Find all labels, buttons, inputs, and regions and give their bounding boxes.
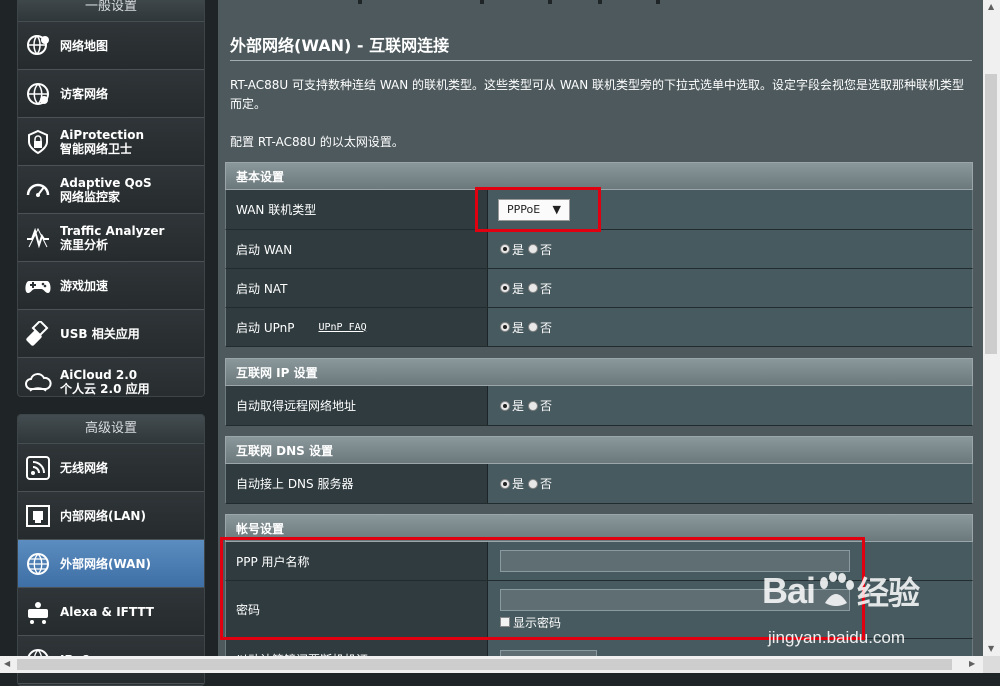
- horizontal-scroll-thumb[interactable]: [17, 659, 952, 670]
- upnp-faq-link[interactable]: UPnP FAQ: [318, 322, 366, 333]
- globe-icon: [24, 550, 52, 578]
- internet-ip-section: 互联网 IP 设置 自动取得远程网络地址 是 否: [225, 358, 973, 426]
- enable-nat-no-radio[interactable]: 否: [528, 280, 552, 297]
- password-row: 密码 显示密码: [225, 581, 973, 639]
- sidebar-general-item-1[interactable]: 访客网络: [18, 70, 204, 118]
- sidebar-general-item-label: USB 相关应用: [60, 326, 140, 341]
- auto-dns-yes-radio[interactable]: 是: [500, 475, 524, 492]
- sidebar-general-item-7[interactable]: AiCloud 2.0 个人云 2.0 应用: [18, 358, 204, 396]
- sidebar-advanced-item-3[interactable]: Alexa & IFTTT: [18, 588, 204, 636]
- sidebar-general-item-4[interactable]: Traffic Analyzer 流里分析: [18, 214, 204, 262]
- speedometer-icon: [24, 176, 52, 204]
- title-divider: [230, 60, 972, 61]
- sidebar-general-item-label: 网络地图: [60, 38, 109, 53]
- sidebar-general-item-6[interactable]: USB 相关应用: [18, 310, 204, 358]
- general-settings-header: 一般设置: [18, 0, 204, 22]
- show-password-checkbox[interactable]: [500, 617, 510, 627]
- username-input[interactable]: [500, 550, 850, 572]
- internet-ip-header: 互联网 IP 设置: [225, 358, 973, 386]
- gamepad-icon: [24, 272, 52, 300]
- enable-upnp-no-radio[interactable]: 否: [528, 319, 552, 336]
- sidebar-general-item-label: 访客网络: [60, 86, 109, 101]
- sidebar-advanced-item-label: 内部网络(LAN): [60, 508, 146, 523]
- enable-wan-row: 启动 WAN 是 否: [225, 230, 973, 269]
- sidebar-advanced-item-label: 外部网络(WAN): [60, 556, 151, 571]
- shield-lock-icon: [24, 128, 52, 156]
- enable-wan-label: 启动 WAN: [226, 230, 488, 268]
- main-panel: 外部网络(WAN) - 互联网连接 RT-AC88U 可支持数种连结 WAN 的…: [218, 0, 983, 673]
- auto-dns-row: 自动接上 DNS 服务器 是 否: [225, 464, 973, 504]
- cloud-icon: [24, 368, 52, 396]
- auto-dns-label: 自动接上 DNS 服务器: [226, 464, 488, 503]
- enable-upnp-yes-radio[interactable]: 是: [500, 319, 524, 336]
- sidebar-advanced-item-label: Alexa & IFTTT: [60, 604, 154, 619]
- auto-ip-yes-radio[interactable]: 是: [500, 397, 524, 414]
- sidebar-general-item-label: 游戏加速: [60, 278, 109, 293]
- enable-wan-no-radio[interactable]: 否: [528, 241, 552, 258]
- enable-nat-label: 启动 NAT: [226, 269, 488, 307]
- top-tab-strip: [358, 0, 858, 4]
- account-settings-header: 帐号设置: [225, 514, 973, 542]
- enable-nat-yes-radio[interactable]: 是: [500, 280, 524, 297]
- username-row: PPP 用户名称: [225, 542, 973, 581]
- alexa-icon: [24, 598, 52, 626]
- auto-ip-no-radio[interactable]: 否: [528, 397, 552, 414]
- wan-type-value: PPPoE: [507, 203, 541, 216]
- vertical-scrollbar[interactable]: ▲ ▼: [983, 0, 1000, 656]
- guest-network-icon: [24, 80, 52, 108]
- sidebar-general-item-0[interactable]: 网络地图: [18, 22, 204, 70]
- enable-upnp-label: 启动 UPnP UPnP FAQ: [226, 308, 488, 346]
- internet-dns-section: 互联网 DNS 设置 自动接上 DNS 服务器 是 否: [225, 436, 973, 504]
- enable-upnp-row: 启动 UPnP UPnP FAQ 是 否: [225, 308, 973, 347]
- advanced-settings-header: 高级设置: [18, 415, 204, 444]
- wifi-icon: [24, 454, 52, 482]
- show-password-label: 显示密码: [513, 615, 562, 630]
- chevron-down-icon: ▼: [552, 203, 561, 216]
- auto-dns-no-radio[interactable]: 否: [528, 475, 552, 492]
- general-settings-group: 一般设置 网络地图访客网络 AiProtection 智能网络卫士 Adaptive …: [17, 0, 205, 397]
- pulse-chart-icon: [24, 224, 52, 252]
- usb-icon: [24, 320, 52, 348]
- page-title: 外部网络(WAN) - 互联网连接: [230, 36, 450, 55]
- basic-settings-header: 基本设置: [225, 162, 973, 190]
- password-input[interactable]: [500, 588, 850, 611]
- basic-settings-section: 基本设置 WAN 联机类型 PPPoE ▼ 启动 WAN 是 否 启动 NAT …: [225, 162, 973, 347]
- enable-nat-row: 启动 NAT 是 否: [225, 269, 973, 308]
- password-label: 密码: [226, 581, 488, 638]
- enable-wan-yes-radio[interactable]: 是: [500, 241, 524, 258]
- page-description: RT-AC88U 可支持数种连结 WAN 的联机类型。这些类型可从 WAN 联机…: [230, 78, 965, 111]
- wan-type-select[interactable]: PPPoE ▼: [498, 198, 570, 221]
- auto-ip-row: 自动取得远程网络地址 是 否: [225, 386, 973, 426]
- auto-ip-label: 自动取得远程网络地址: [226, 386, 488, 425]
- advanced-settings-group: 高级设置 无线网络内部网络(LAN) 外部网络(WAN) Alexa & IFTTT…: [17, 414, 205, 686]
- sidebar-advanced-item-1[interactable]: 内部网络(LAN): [18, 492, 204, 540]
- lan-port-icon: [24, 502, 52, 530]
- sidebar-advanced-item-0[interactable]: 无线网络: [18, 444, 204, 492]
- sidebar: 一般设置 网络地图访客网络 AiProtection 智能网络卫士 Adaptive …: [0, 0, 216, 686]
- sidebar-general-item-2[interactable]: AiProtection 智能网络卫士: [18, 118, 204, 166]
- sidebar-general-item-label: Traffic Analyzer 流里分析: [60, 223, 165, 252]
- horizontal-scrollbar[interactable]: ◀ ▶: [0, 656, 983, 673]
- sidebar-general-item-label: AiCloud 2.0 个人云 2.0 应用: [60, 367, 150, 396]
- page-description-2: 配置 RT-AC88U 的以太网设置。: [230, 135, 404, 149]
- wan-type-label: WAN 联机类型: [226, 190, 488, 229]
- sidebar-advanced-item-2[interactable]: 外部网络(WAN): [18, 540, 204, 588]
- globe-map-icon: [24, 32, 52, 60]
- sidebar-general-item-5[interactable]: 游戏加速: [18, 262, 204, 310]
- sidebar-general-item-label: AiProtection 智能网络卫士: [60, 127, 144, 156]
- internet-dns-header: 互联网 DNS 设置: [225, 436, 973, 464]
- wan-type-row: WAN 联机类型 PPPoE ▼: [225, 190, 973, 230]
- account-settings-section: 帐号设置 PPP 用户名称 密码 显示密码 以动认管镜间要断机机证: [225, 514, 973, 669]
- scrollbar-corner: [983, 656, 1000, 673]
- sidebar-advanced-item-label: 无线网络: [60, 460, 109, 475]
- username-label: PPP 用户名称: [226, 542, 488, 580]
- sidebar-general-item-3[interactable]: Adaptive QoS 网络监控家: [18, 166, 204, 214]
- sidebar-general-item-label: Adaptive QoS 网络监控家: [60, 175, 152, 204]
- vertical-scroll-thumb[interactable]: [985, 74, 997, 354]
